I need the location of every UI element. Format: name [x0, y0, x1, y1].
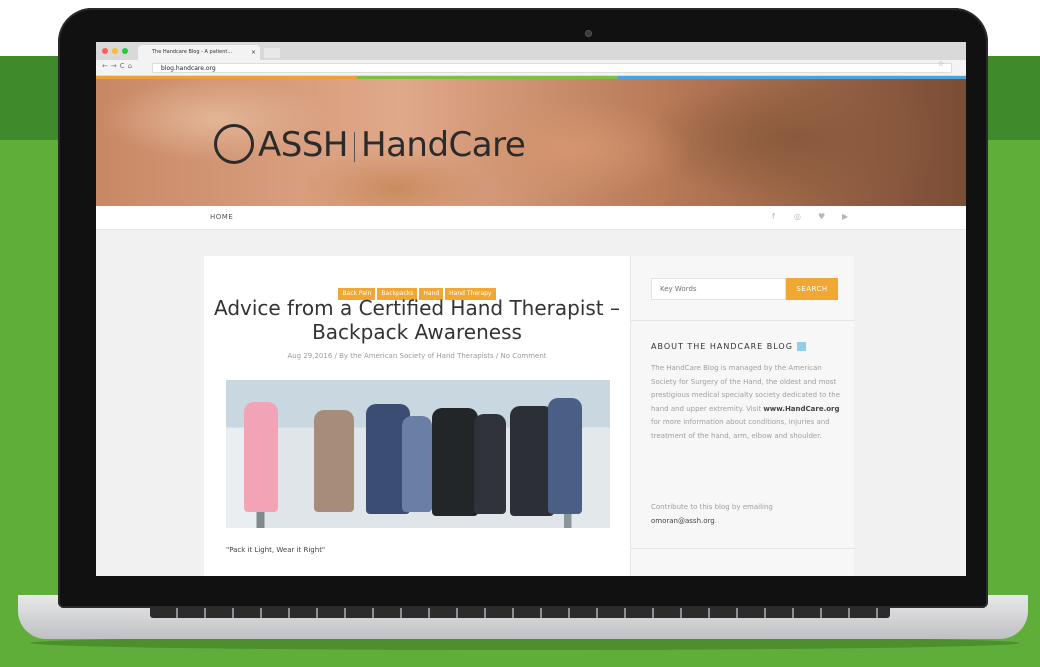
browser-tab-bar: The Handcare Blog - A patient... ×	[96, 42, 966, 60]
search-button[interactable]: SEARCH	[786, 278, 838, 300]
logo-assh: ASSH	[258, 125, 349, 165]
sidebar-divider	[631, 548, 855, 549]
sidebar: SEARCH ABOUT THE HANDCARE BLOG The HandC…	[630, 256, 855, 576]
contribute-text: Contribute to this blog by emailing omora…	[651, 500, 841, 528]
camera-icon	[585, 30, 592, 37]
child-figure	[474, 414, 506, 514]
blog-post: Back Pain Backpacks Hand Hand Therapy Advic…	[204, 256, 630, 576]
laptop-screen: The Handcare Blog - A patient... × ←→C⌂ …	[96, 42, 966, 576]
nav-buttons[interactable]: ←→C⌂	[102, 62, 135, 70]
logo-handcare: HandCare	[361, 125, 526, 165]
hero-banner: ASSH HandCare	[96, 79, 966, 206]
contribute-sentence: Contribute to this blog by emailing	[651, 503, 773, 511]
post-caption: "Pack it Light, Wear it Right"	[226, 546, 326, 554]
youtube-icon[interactable]: ▶	[842, 212, 848, 221]
child-figure	[314, 410, 354, 512]
facebook-icon[interactable]: f	[772, 212, 775, 221]
about-text-2: for more information about conditions, i…	[651, 418, 830, 440]
hand-logo-icon	[214, 123, 254, 164]
contribute-end: .	[714, 517, 717, 525]
bookmark-star-icon[interactable]: ☆	[938, 60, 944, 68]
menu-item-home[interactable]: HOME	[210, 213, 233, 221]
search-input[interactable]	[651, 278, 786, 300]
contribute-email-link[interactable]: omoran@assh.org	[651, 517, 715, 525]
marketing-image: The Handcare Blog - A patient... × ←→C⌂ …	[0, 0, 1040, 667]
tab-close-icon[interactable]: ×	[251, 45, 256, 60]
url-text: blog.handcare.org	[161, 65, 216, 72]
url-field[interactable]: blog.handcare.org	[152, 63, 952, 73]
post-meta: Aug 29,2016 / By the American Society of…	[287, 352, 547, 360]
about-link[interactable]: www.HandCare.org	[763, 405, 839, 413]
site-logo[interactable]: ASSH HandCare	[214, 123, 526, 167]
child-figure	[244, 402, 278, 512]
child-figure	[548, 398, 582, 514]
logo-divider	[354, 131, 355, 162]
child-figure	[432, 408, 478, 516]
post-title[interactable]: Advice from a Certified Hand Therapist –…	[204, 296, 630, 344]
browser-tab[interactable]: The Handcare Blog - A patient... ×	[138, 45, 260, 60]
twitter-icon[interactable]: ♥	[818, 212, 825, 221]
pinterest-icon[interactable]: ◎	[794, 212, 801, 221]
about-heading-text: ABOUT THE HANDCARE BLOG	[651, 342, 793, 351]
close-window-icon[interactable]	[102, 48, 108, 54]
address-bar: ←→C⌂ blog.handcare.org ☆	[96, 60, 966, 76]
about-text: The HandCare Blog is managed by the Amer…	[651, 362, 841, 444]
child-figure	[402, 416, 432, 512]
heading-accent-square	[796, 342, 806, 351]
minimize-window-icon[interactable]	[112, 48, 118, 54]
about-heading: ABOUT THE HANDCARE BLOG	[651, 342, 806, 351]
post-image	[226, 380, 610, 528]
tab-title: The Handcare Blog - A patient...	[152, 49, 233, 55]
main-menu: HOME f ◎ ♥ ▶	[96, 206, 966, 230]
new-tab-button[interactable]	[264, 48, 280, 58]
sidebar-divider	[631, 320, 855, 321]
maximize-window-icon[interactable]	[122, 48, 128, 54]
